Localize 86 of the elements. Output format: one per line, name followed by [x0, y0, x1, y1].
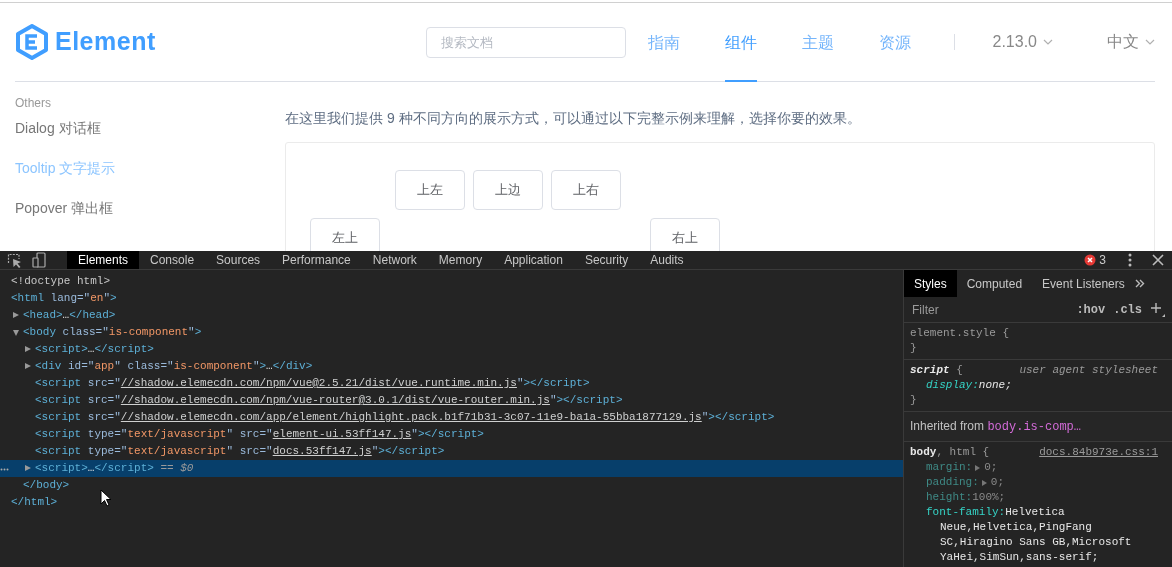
add-rule-icon[interactable] [1150, 301, 1166, 318]
close-icon[interactable] [1152, 254, 1164, 266]
property-name[interactable]: margin: [926, 460, 973, 475]
code-line[interactable]: <div id="app" class="is-component">…</div> [35, 360, 313, 372]
code-line[interactable]: <html lang="en"> [11, 292, 117, 304]
styles-tab[interactable]: Computed [956, 270, 1033, 297]
sidebar-item[interactable]: Dialog 对话框 [15, 118, 285, 138]
link[interactable]: //shadow.elemecdn.com/npm/vue@2.5.21/dist/vue.runtime.min.js [120, 377, 517, 389]
code-line[interactable]: <script>…</script> [35, 343, 154, 355]
source-link[interactable]: docs.84b973e.css:1 [1039, 445, 1172, 460]
devtools-tab[interactable]: Performance [271, 251, 362, 269]
inherited-selector[interactable]: body.is-comp… [987, 420, 1081, 434]
sidebar-item[interactable]: Popover 弹出框 [15, 198, 285, 218]
device-toggle-icon[interactable] [32, 252, 46, 268]
description-text: 在这里我们提供 9 种不同方向的展示方式，可以通过以下完整示例来理解，选择你要的效果。 [285, 110, 862, 126]
property-name[interactable]: padding: [926, 475, 979, 490]
inspect-icon[interactable] [7, 252, 22, 268]
link[interactable]: //shadow.elemecdn.com/npm/vue-router@3.0.1/dist/vue-router.min.js [120, 394, 550, 406]
property-value[interactable]: Neue,Helvetica,PingFang [940, 520, 1092, 535]
css-selector: body, html { [910, 445, 990, 460]
property-value[interactable]: 100%; [972, 490, 1006, 505]
error-icon[interactable] [1084, 254, 1097, 266]
more-tabs-icon[interactable] [1134, 279, 1145, 288]
devtools-tab[interactable]: Elements [67, 251, 140, 269]
styles-tab[interactable]: Event Listeners [1032, 270, 1135, 297]
code-line[interactable]: </html> [11, 496, 58, 508]
more-icon[interactable] [0, 468, 9, 471]
placement-button[interactable]: 上边 [473, 170, 543, 210]
caret-icon[interactable] [13, 330, 19, 336]
link[interactable]: //shadow.elemecdn.com/app/element/highlight.pack.b1f71b31-3c07-11e9-ba1a-55bba1877129.js [120, 411, 702, 423]
link[interactable]: docs.53ff147.js [272, 445, 372, 457]
property-name[interactable]: display: [926, 378, 979, 393]
placement-button[interactable]: 左上 [310, 218, 380, 251]
caret-icon[interactable] [25, 465, 31, 471]
styles-tab[interactable]: Styles [904, 270, 957, 297]
placement-button[interactable]: 右上 [650, 218, 720, 251]
expand-icon[interactable] [981, 479, 987, 486]
error-count[interactable]: 3 [1099, 251, 1106, 269]
code-line[interactable]: <script src="//shadow.elemecdn.com/npm/vue@2.5.21/dist/vue.runtime.min.js"></script> [35, 377, 590, 389]
source-label: user agent stylesheet [1019, 363, 1159, 378]
brace: } [910, 341, 917, 356]
code-line[interactable]: <script type="text/javascript" src="docs.53ff147.js"></script> [35, 445, 445, 457]
code-line[interactable]: <script src="//shadow.elemecdn.com/npm/vue-router@3.0.1/dist/vue-router.min.js"></script> [35, 394, 623, 406]
code-line[interactable]: <head>…</head> [23, 309, 116, 321]
inherited-label: Inherited from [910, 419, 985, 433]
code-line[interactable]: <script type="text/javascript" src="element-ui.53ff147.js"></script> [35, 428, 484, 440]
css-selector: script { [910, 363, 963, 378]
property-value[interactable]: none; [978, 378, 1012, 393]
placement-button[interactable]: 上右 [551, 170, 621, 210]
devtools-tab[interactable]: Application [493, 251, 574, 269]
devtools-tab[interactable]: Sources [205, 251, 272, 269]
property-value[interactable]: SC,Hiragino Sans GB,Microsoft [940, 535, 1132, 550]
code-line[interactable]: <body class="is-component"> [23, 326, 202, 338]
cursor-icon [100, 489, 112, 507]
caret-icon[interactable] [25, 346, 31, 352]
devtools-tab[interactable]: Network [361, 251, 428, 269]
code-line[interactable]: <!doctype html> [11, 275, 111, 287]
devtools-tab[interactable]: Console [139, 251, 206, 269]
devtools-tab[interactable]: Audits [639, 251, 695, 269]
code-line[interactable]: <script>…</script> == $0 [35, 462, 194, 474]
menu-icon[interactable] [1128, 253, 1132, 267]
hov-toggle[interactable]: :hov [1076, 300, 1106, 319]
brace: } [910, 393, 917, 408]
link[interactable]: element-ui.53ff147.js [272, 428, 412, 440]
css-selector: element.style { [910, 326, 1010, 341]
property-name[interactable]: font-family: [926, 505, 1006, 520]
placement-button[interactable]: 上左 [395, 170, 465, 210]
logo-icon[interactable] [15, 24, 49, 60]
code-line[interactable]: </body> [23, 479, 70, 491]
property-value[interactable]: 0; [990, 475, 1004, 490]
search-field[interactable]: 搜索文档 [425, 26, 626, 58]
caret-icon[interactable] [25, 363, 31, 369]
version-selector[interactable]: 2.13.0 [992, 30, 1037, 54]
filter-field[interactable]: Filter [912, 300, 1052, 319]
devtools-tab[interactable]: Security [573, 251, 640, 269]
devtools-tab[interactable]: Memory [427, 251, 494, 269]
property-name[interactable]: height: [926, 490, 973, 505]
property-value[interactable]: 0; [984, 460, 998, 475]
sidebar-group-label: Others [15, 96, 52, 110]
language-selector[interactable]: 中文 [1107, 30, 1139, 54]
expand-icon[interactable] [975, 464, 981, 471]
cls-toggle[interactable]: .cls [1113, 300, 1142, 319]
caret-icon[interactable] [13, 312, 19, 318]
code-line[interactable]: <script src="//shadow.elemecdn.com/app/element/highlight.pack.b1f71b31-3c07-11e9-ba1a-55bba1877129.js"></script> [35, 411, 775, 423]
property-value[interactable]: YaHei,SimSun,sans-serif; [940, 550, 1099, 565]
property-value[interactable]: Helvetica [1005, 505, 1065, 520]
